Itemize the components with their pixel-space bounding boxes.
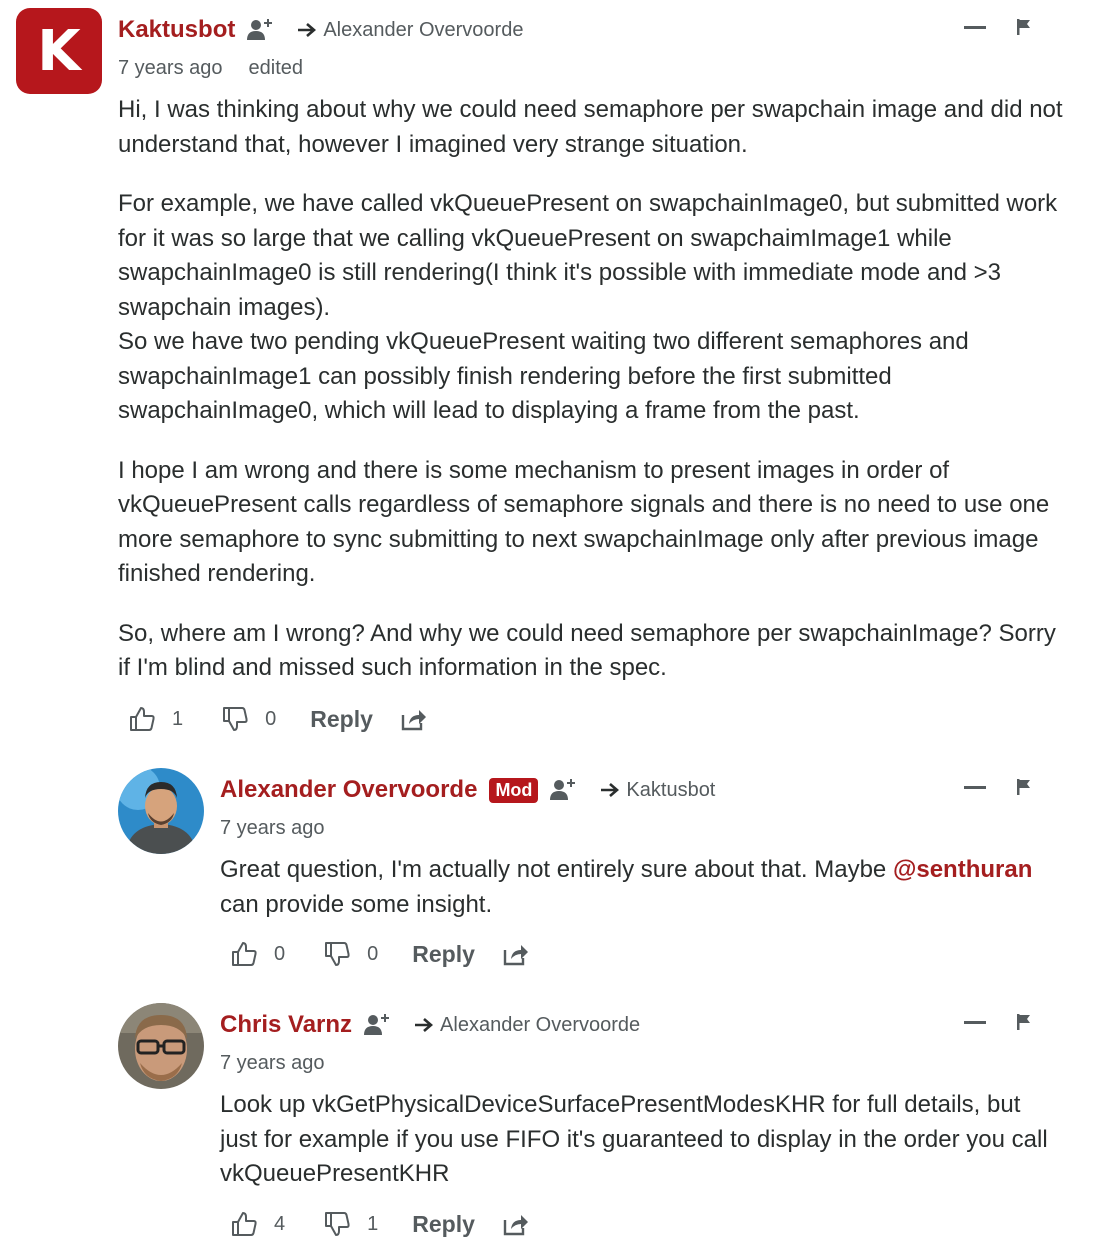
thumbs-down-icon: [223, 707, 248, 731]
comment-body: Look up vkGetPhysicalDeviceSurfacePresen…: [220, 1088, 1060, 1192]
comment-controls: [964, 18, 1032, 36]
collapse-icon[interactable]: [964, 25, 986, 29]
downvote-count: 1: [367, 1212, 379, 1235]
comment-actions: 0 0 Reply: [230, 940, 529, 968]
follow-icon[interactable]: [548, 776, 578, 804]
comment-actions: 1 0 Reply: [128, 705, 427, 733]
upvote-button[interactable]: 0: [230, 940, 285, 968]
reply-button[interactable]: Reply: [310, 706, 373, 733]
comment-paragraph: I hope I am wrong and there is some mech…: [118, 456, 1050, 588]
author-name[interactable]: Chris Varnz: [220, 1011, 352, 1039]
upvote-count: 1: [172, 707, 184, 730]
comment-header: Alexander Overvoorde Mod Kaktusbot: [220, 776, 715, 804]
downvote-count: 0: [367, 942, 379, 965]
mention-link[interactable]: @senthuran: [893, 856, 1032, 883]
thumbs-up-icon: [232, 1212, 257, 1236]
reply-to[interactable]: Kaktusbot: [600, 779, 715, 802]
downvote-button[interactable]: 0: [221, 705, 276, 733]
share-icon[interactable]: [503, 942, 529, 966]
reply-to-name: Alexander Overvoorde: [323, 18, 524, 41]
thumbs-up-icon: [232, 942, 257, 966]
comment-controls: [964, 778, 1032, 796]
downvote-button[interactable]: 0: [323, 940, 378, 968]
comment-meta: 7 years ago edited: [118, 57, 303, 80]
flag-icon[interactable]: [1016, 778, 1032, 796]
comment-paragraph: Great question, I'm actually not entirel…: [220, 853, 1070, 922]
reply-button[interactable]: Reply: [412, 1211, 475, 1238]
follow-icon[interactable]: [245, 16, 275, 44]
avatar[interactable]: [118, 1003, 204, 1089]
flag-icon[interactable]: [1016, 18, 1032, 36]
upvote-button[interactable]: 1: [128, 705, 183, 733]
avatar[interactable]: K: [16, 8, 102, 94]
comment-paragraph: So we have two pending vkQueuePresent wa…: [118, 328, 969, 424]
comment-text: Great question, I'm actually not entirel…: [220, 856, 893, 883]
reply-arrow-icon: [601, 783, 620, 797]
share-icon[interactable]: [401, 707, 427, 731]
comment-paragraph: For example, we have called vkQueuePrese…: [118, 190, 1058, 321]
edited-label: edited: [248, 57, 304, 79]
reply-button[interactable]: Reply: [412, 941, 475, 968]
author-name[interactable]: Kaktusbot: [118, 16, 235, 44]
reply-to-name: Alexander Overvoorde: [440, 1013, 641, 1036]
follow-icon[interactable]: [362, 1011, 392, 1039]
reply-arrow-icon: [415, 1018, 434, 1032]
mod-badge: Mod: [489, 777, 539, 803]
share-icon[interactable]: [503, 1212, 529, 1236]
reply-arrow-icon: [298, 23, 317, 37]
downvote-button[interactable]: 1: [323, 1210, 378, 1238]
reply-to-name: Kaktusbot: [626, 778, 716, 801]
timestamp[interactable]: 7 years ago: [118, 57, 223, 80]
comment-header: Kaktusbot Alexander Overvoorde: [118, 16, 523, 44]
reply-to[interactable]: Alexander Overvoorde: [297, 19, 523, 42]
thumbs-down-icon: [325, 942, 350, 966]
upvote-count: 0: [274, 942, 286, 965]
comment-controls: [964, 1013, 1032, 1031]
upvote-button[interactable]: 4: [230, 1210, 285, 1238]
upvote-count: 4: [274, 1212, 286, 1235]
thumbs-up-icon: [130, 707, 155, 731]
comment-text: can provide some insight.: [220, 890, 493, 918]
comment-meta: 7 years ago: [220, 817, 325, 840]
collapse-icon[interactable]: [964, 1020, 986, 1024]
comment-body: Great question, I'm actually not entirel…: [220, 853, 1070, 922]
author-name[interactable]: Alexander Overvoorde: [220, 776, 477, 804]
comment-paragraph: So, where am I wrong? And why we could n…: [118, 619, 1056, 682]
reply-to[interactable]: Alexander Overvoorde: [414, 1014, 640, 1037]
comment-body: Hi, I was thinking about why we could ne…: [118, 93, 1068, 711]
thumbs-down-icon: [325, 1212, 350, 1236]
comment-paragraph: Hi, I was thinking about why we could ne…: [118, 96, 1063, 158]
collapse-icon[interactable]: [964, 785, 986, 789]
comment-header: Chris Varnz Alexander Overvoorde: [220, 1011, 640, 1039]
timestamp[interactable]: 7 years ago: [220, 1052, 325, 1075]
comment-paragraph: Look up vkGetPhysicalDeviceSurfacePresen…: [220, 1091, 1048, 1187]
flag-icon[interactable]: [1016, 1013, 1032, 1031]
downvote-count: 0: [265, 707, 277, 730]
timestamp[interactable]: 7 years ago: [220, 817, 325, 840]
comment-meta: 7 years ago: [220, 1052, 325, 1075]
comment-actions: 4 1 Reply: [230, 1210, 529, 1238]
avatar-letter: K: [37, 18, 81, 84]
avatar[interactable]: [118, 768, 204, 854]
